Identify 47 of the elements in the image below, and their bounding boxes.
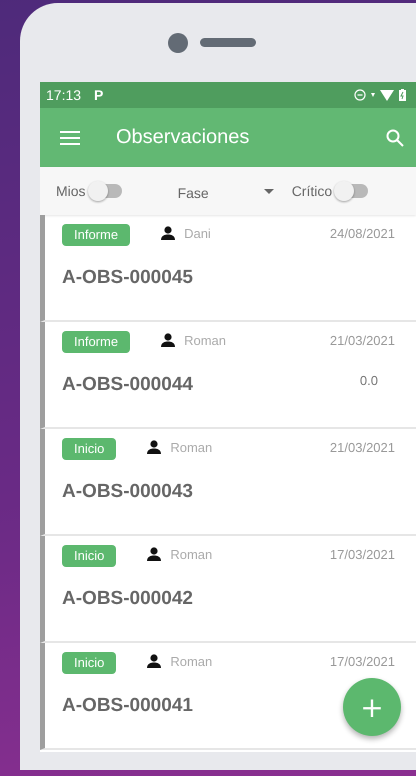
observation-date: 24/08/2021 [330,226,395,240]
observation-date: 21/03/2021 [330,332,395,348]
small-triangle-icon [371,93,375,97]
critical-toggle[interactable] [336,184,368,198]
mine-toggle[interactable] [90,184,122,198]
phase-badge: Inicio [62,545,116,567]
status-time: 17:13 [46,87,82,103]
observation-date: 17/03/2021 [330,546,395,562]
person-icon [146,547,162,561]
person-icon [146,654,162,668]
phase-badge: Inicio [62,438,116,460]
app-title: Observaciones [116,126,250,149]
phase-badge: Informe [62,331,130,353]
person-icon [146,440,162,454]
user-name: Roman [170,440,212,454]
phase-badge: Informe [62,224,130,246]
observation-card[interactable]: Informe Dani 24/08/2021 A-OBS-000045 [40,215,416,322]
battery-icon [399,89,406,101]
observation-value: 0.0 [360,372,378,388]
observation-date: 21/03/2021 [330,440,395,454]
critical-label: Crítico [292,183,332,199]
minus-circle-icon [354,89,366,101]
person-icon [160,333,176,347]
user-name: Roman [170,654,212,668]
notification-glyph: P [94,87,104,103]
observation-card[interactable]: Informe Roman 21/03/2021 A-OBS-000044 0.0 [40,322,416,429]
menu-icon[interactable] [60,130,80,144]
observation-code: A-OBS-000044 [62,374,193,396]
observation-code: A-OBS-000042 [62,588,193,610]
observation-card[interactable]: Inicio Roman 17/03/2021 A-OBS-000042 [40,536,416,643]
user-name: Dani [184,226,211,240]
caret-icon [264,189,274,194]
observation-code: A-OBS-000045 [62,267,193,289]
speaker-grille [200,38,256,47]
person-icon [160,226,176,240]
observation-code: A-OBS-000043 [62,481,193,503]
phase-badge: Inicio [62,652,116,674]
search-icon[interactable] [386,128,404,146]
user-name: Roman [170,546,212,562]
camera-dot [168,32,188,52]
mine-label: Mios [56,183,86,199]
observation-date: 17/03/2021 [330,654,395,668]
phase-dropdown[interactable]: Fase [178,185,274,201]
wifi-icon [380,90,394,100]
user-name: Roman [184,332,226,348]
observation-code: A-OBS-000041 [62,695,193,717]
observation-card[interactable]: Inicio Roman 21/03/2021 A-OBS-000043 [40,429,416,536]
